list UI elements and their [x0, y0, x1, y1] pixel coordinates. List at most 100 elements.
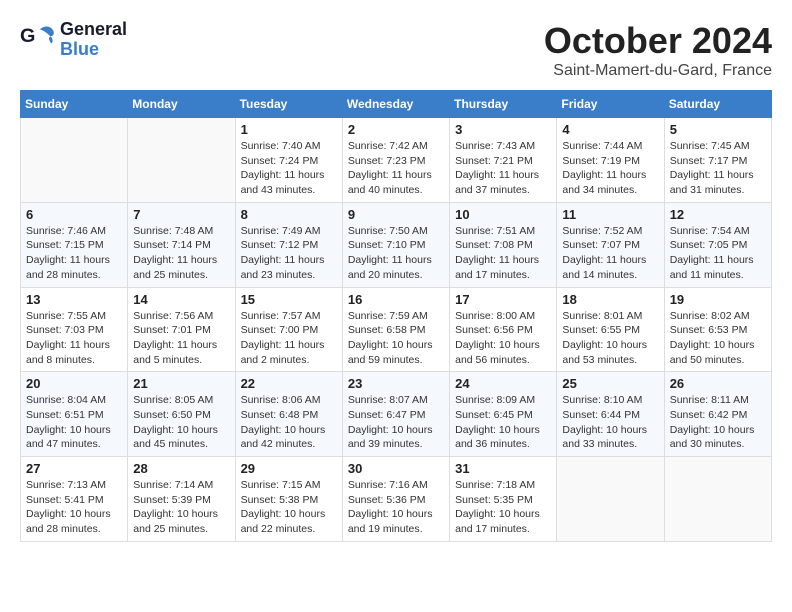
day-number: 24 [455, 376, 551, 391]
day-number: 12 [670, 207, 766, 222]
calendar-cell: 26 Sunrise: 8:11 AM Sunset: 6:42 PM Dayli… [664, 372, 771, 457]
day-info: Sunrise: 8:05 AM Sunset: 6:50 PM Dayligh… [133, 393, 229, 452]
calendar-body: 1Sunrise: 7:40 AM Sunset: 7:24 PM Daylig… [21, 118, 772, 542]
day-info: Sunrise: 8:11 AM Sunset: 6:42 PM Dayligh… [670, 393, 766, 452]
location-title: Saint-Mamert-du-Gard, France [544, 62, 772, 80]
calendar-cell: 17Sunrise: 8:00 AM Sunset: 6:56 PM Dayli… [450, 287, 557, 372]
calendar-cell: 20Sunrise: 8:04 AM Sunset: 6:51 PM Dayli… [21, 372, 128, 457]
calendar-cell [557, 457, 664, 542]
day-info: Sunrise: 7:45 AM Sunset: 7:17 PM Dayligh… [670, 139, 766, 198]
calendar-cell: 1Sunrise: 7:40 AM Sunset: 7:24 PM Daylig… [235, 118, 342, 203]
day-info: Sunrise: 7:16 AM Sunset: 5:36 PM Dayligh… [348, 478, 444, 537]
calendar-cell: 19Sunrise: 8:02 AM Sunset: 6:53 PM Dayli… [664, 287, 771, 372]
calendar-week-4: 20Sunrise: 8:04 AM Sunset: 6:51 PM Dayli… [21, 372, 772, 457]
weekday-header-friday: Friday [557, 91, 664, 118]
calendar-cell: 6 Sunrise: 7:46 AM Sunset: 7:15 PM Daylig… [21, 202, 128, 287]
day-number: 14 [133, 292, 229, 307]
day-number: 19 [670, 292, 766, 307]
logo: G General Blue [20, 20, 127, 60]
calendar-cell: 8Sunrise: 7:49 AM Sunset: 7:12 PM Daylig… [235, 202, 342, 287]
day-info: Sunrise: 7:18 AM Sunset: 5:35 PM Dayligh… [455, 478, 551, 537]
day-info: Sunrise: 7:49 AM Sunset: 7:12 PM Dayligh… [241, 224, 337, 283]
calendar-week-2: 6 Sunrise: 7:46 AM Sunset: 7:15 PM Daylig… [21, 202, 772, 287]
day-info: Sunrise: 7:50 AM Sunset: 7:10 PM Dayligh… [348, 224, 444, 283]
calendar-cell: 18Sunrise: 8:01 AM Sunset: 6:55 PM Dayli… [557, 287, 664, 372]
day-info: Sunrise: 7:48 AM Sunset: 7:14 PM Dayligh… [133, 224, 229, 283]
day-info: Sunrise: 7:57 AM Sunset: 7:00 PM Dayligh… [241, 309, 337, 368]
day-info: Sunrise: 7:43 AM Sunset: 7:21 PM Dayligh… [455, 139, 551, 198]
calendar-cell [128, 118, 235, 203]
calendar-week-5: 27 Sunrise: 7:13 AM Sunset: 5:41 PM Dayli… [21, 457, 772, 542]
month-title: October 2024 [544, 20, 772, 62]
day-number: 6 [26, 207, 122, 222]
calendar-cell: 11Sunrise: 7:52 AM Sunset: 7:07 PM Dayli… [557, 202, 664, 287]
day-info: Sunrise: 8:00 AM Sunset: 6:56 PM Dayligh… [455, 309, 551, 368]
calendar-week-1: 1Sunrise: 7:40 AM Sunset: 7:24 PM Daylig… [21, 118, 772, 203]
calendar-cell: 7 Sunrise: 7:48 AM Sunset: 7:14 PM Daylig… [128, 202, 235, 287]
day-number: 30 [348, 461, 444, 476]
calendar-cell: 5Sunrise: 7:45 AM Sunset: 7:17 PM Daylig… [664, 118, 771, 203]
day-info: Sunrise: 8:09 AM Sunset: 6:45 PM Dayligh… [455, 393, 551, 452]
calendar-cell [664, 457, 771, 542]
day-info: Sunrise: 7:59 AM Sunset: 6:58 PM Dayligh… [348, 309, 444, 368]
day-number: 23 [348, 376, 444, 391]
calendar-cell: 29Sunrise: 7:15 AM Sunset: 5:38 PM Dayli… [235, 457, 342, 542]
day-number: 3 [455, 122, 551, 137]
day-number: 16 [348, 292, 444, 307]
calendar-table: SundayMondayTuesdayWednesdayThursdayFrid… [20, 90, 772, 542]
day-info: Sunrise: 8:10 AM Sunset: 6:44 PM Dayligh… [562, 393, 658, 452]
logo-blue: Blue [60, 40, 127, 60]
calendar-week-3: 13Sunrise: 7:55 AM Sunset: 7:03 PM Dayli… [21, 287, 772, 372]
day-number: 26 [670, 376, 766, 391]
day-number: 9 [348, 207, 444, 222]
day-info: Sunrise: 7:51 AM Sunset: 7:08 PM Dayligh… [455, 224, 551, 283]
calendar-cell: 14 Sunrise: 7:56 AM Sunset: 7:01 PM Dayli… [128, 287, 235, 372]
day-number: 25 [562, 376, 658, 391]
day-info: Sunrise: 7:56 AM Sunset: 7:01 PM Dayligh… [133, 309, 229, 368]
weekday-header-monday: Monday [128, 91, 235, 118]
day-number: 27 [26, 461, 122, 476]
calendar-cell: 22 Sunrise: 8:06 AM Sunset: 6:48 PM Dayli… [235, 372, 342, 457]
day-info: Sunrise: 7:54 AM Sunset: 7:05 PM Dayligh… [670, 224, 766, 283]
day-number: 4 [562, 122, 658, 137]
calendar-cell: 25 Sunrise: 8:10 AM Sunset: 6:44 PM Dayli… [557, 372, 664, 457]
calendar-cell: 10 Sunrise: 7:51 AM Sunset: 7:08 PM Dayli… [450, 202, 557, 287]
calendar-cell: 15 Sunrise: 7:57 AM Sunset: 7:00 PM Dayli… [235, 287, 342, 372]
weekday-header-thursday: Thursday [450, 91, 557, 118]
calendar-cell: 2Sunrise: 7:42 AM Sunset: 7:23 PM Daylig… [342, 118, 449, 203]
day-number: 15 [241, 292, 337, 307]
logo-general: General [60, 20, 127, 40]
logo-text: General Blue [60, 20, 127, 60]
day-info: Sunrise: 7:14 AM Sunset: 5:39 PM Dayligh… [133, 478, 229, 537]
day-number: 10 [455, 207, 551, 222]
day-info: Sunrise: 8:04 AM Sunset: 6:51 PM Dayligh… [26, 393, 122, 452]
day-info: Sunrise: 8:06 AM Sunset: 6:48 PM Dayligh… [241, 393, 337, 452]
day-number: 7 [133, 207, 229, 222]
weekday-header-tuesday: Tuesday [235, 91, 342, 118]
day-info: Sunrise: 7:44 AM Sunset: 7:19 PM Dayligh… [562, 139, 658, 198]
title-block: October 2024 Saint-Mamert-du-Gard, Franc… [544, 20, 772, 80]
svg-text:G: G [20, 25, 35, 47]
day-info: Sunrise: 7:46 AM Sunset: 7:15 PM Dayligh… [26, 224, 122, 283]
calendar-cell: 23Sunrise: 8:07 AM Sunset: 6:47 PM Dayli… [342, 372, 449, 457]
calendar-cell: 12 Sunrise: 7:54 AM Sunset: 7:05 PM Dayli… [664, 202, 771, 287]
day-number: 22 [241, 376, 337, 391]
calendar-cell: 9 Sunrise: 7:50 AM Sunset: 7:10 PM Daylig… [342, 202, 449, 287]
day-number: 29 [241, 461, 337, 476]
day-number: 13 [26, 292, 122, 307]
calendar-cell: 28 Sunrise: 7:14 AM Sunset: 5:39 PM Dayli… [128, 457, 235, 542]
day-info: Sunrise: 7:52 AM Sunset: 7:07 PM Dayligh… [562, 224, 658, 283]
day-info: Sunrise: 7:40 AM Sunset: 7:24 PM Dayligh… [241, 139, 337, 198]
calendar-cell: 16 Sunrise: 7:59 AM Sunset: 6:58 PM Dayli… [342, 287, 449, 372]
day-number: 28 [133, 461, 229, 476]
day-number: 21 [133, 376, 229, 391]
weekday-header-saturday: Saturday [664, 91, 771, 118]
calendar-cell: 24 Sunrise: 8:09 AM Sunset: 6:45 PM Dayli… [450, 372, 557, 457]
calendar-cell: 31Sunrise: 7:18 AM Sunset: 5:35 PM Dayli… [450, 457, 557, 542]
calendar-cell: 21 Sunrise: 8:05 AM Sunset: 6:50 PM Dayli… [128, 372, 235, 457]
page-header: G General Blue October 2024 Saint-Mamert… [20, 20, 772, 80]
calendar-cell: 4 Sunrise: 7:44 AM Sunset: 7:19 PM Daylig… [557, 118, 664, 203]
weekday-header-wednesday: Wednesday [342, 91, 449, 118]
calendar-cell: 3 Sunrise: 7:43 AM Sunset: 7:21 PM Daylig… [450, 118, 557, 203]
day-info: Sunrise: 7:13 AM Sunset: 5:41 PM Dayligh… [26, 478, 122, 537]
